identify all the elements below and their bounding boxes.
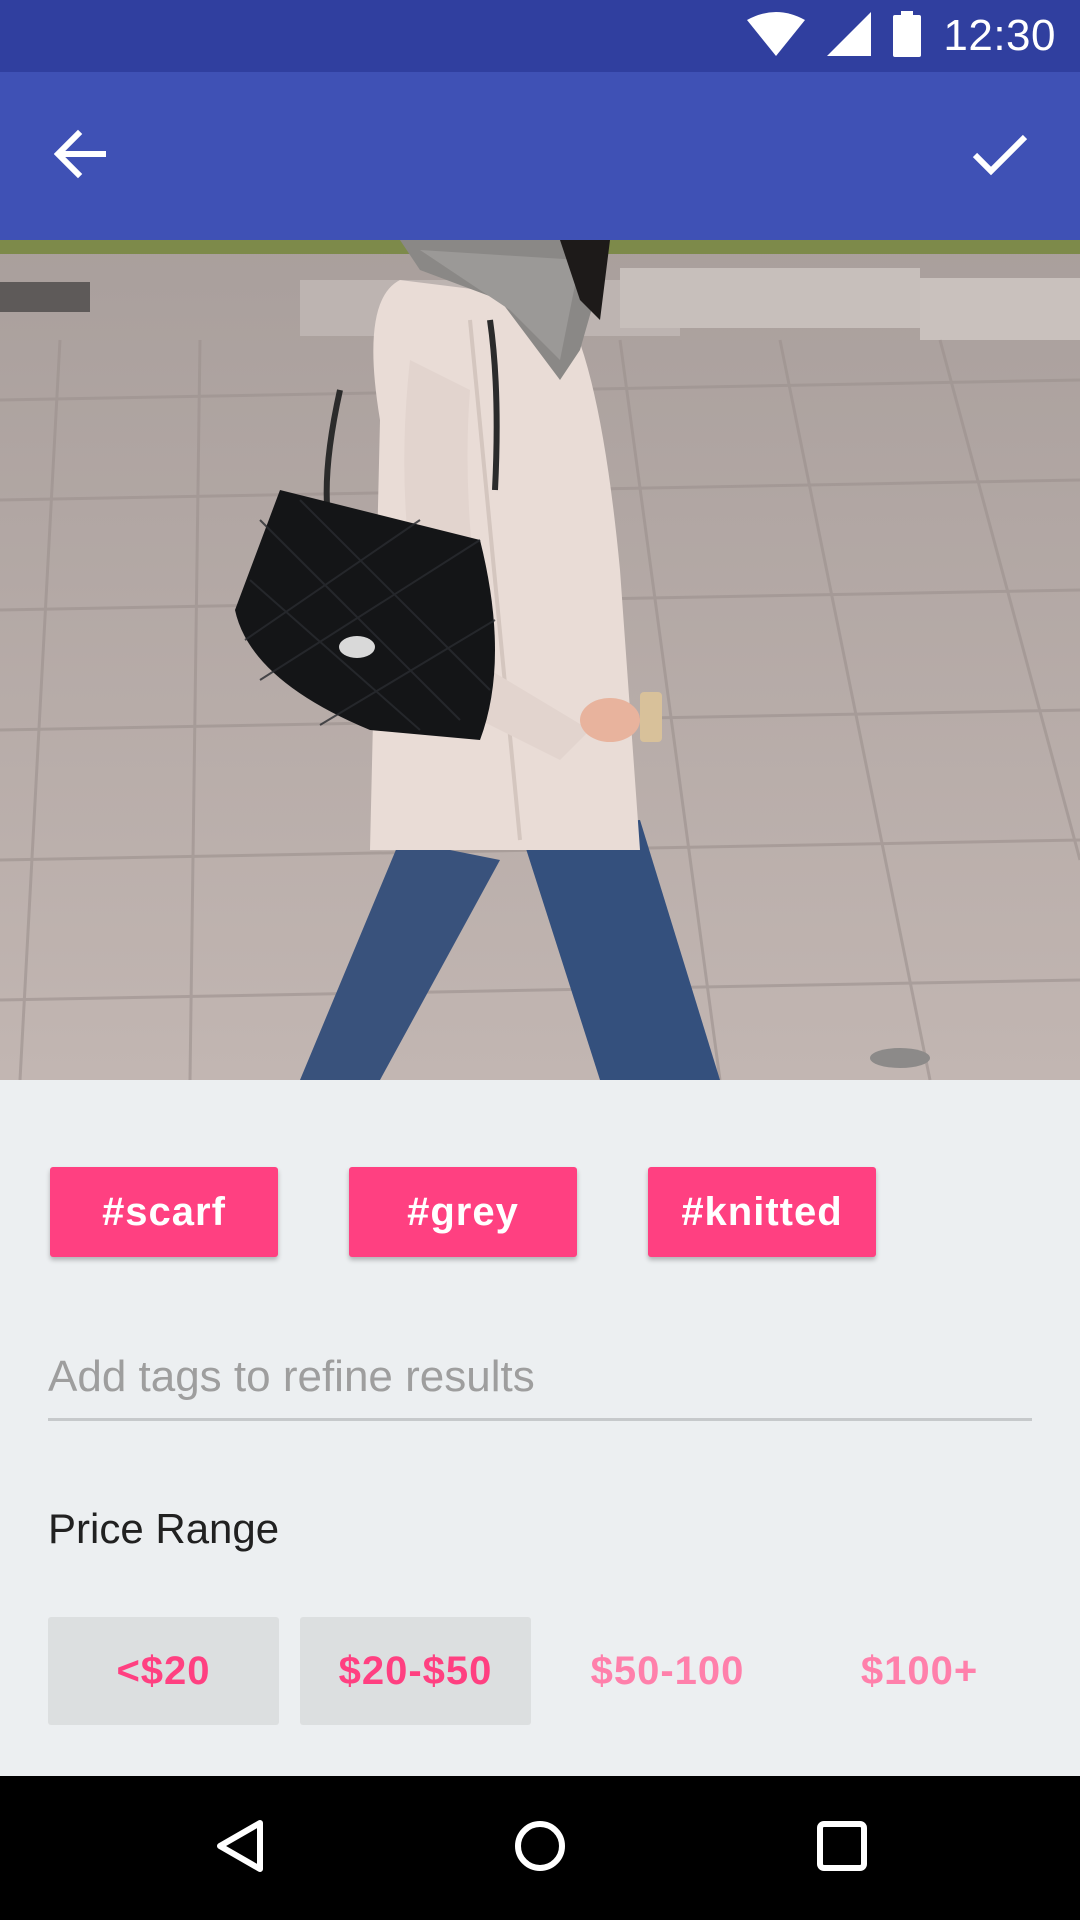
back-button[interactable]: [40, 116, 120, 196]
nav-home-button[interactable]: [500, 1808, 580, 1888]
price-option-under-20[interactable]: <$20: [48, 1617, 279, 1725]
tag-chips: #scarf #grey #knitted: [50, 1167, 876, 1257]
cell-signal-icon: [827, 11, 872, 61]
price-option-20-50[interactable]: $20-$50: [300, 1617, 531, 1725]
app-bar: [0, 72, 1080, 240]
product-photo: [0, 240, 1080, 1080]
back-triangle-icon: [215, 1819, 265, 1878]
recents-square-icon: [817, 1820, 867, 1876]
status-icons: 12:30: [747, 0, 1056, 72]
wifi-icon: [747, 11, 806, 61]
nav-recents-button[interactable]: [802, 1808, 882, 1888]
home-circle-icon: [514, 1820, 566, 1877]
price-option-100-plus[interactable]: $100+: [804, 1617, 1035, 1725]
add-tags-input[interactable]: [48, 1335, 1032, 1421]
status-bar: 12:30: [0, 0, 1080, 72]
system-nav-bar: [0, 1776, 1080, 1920]
arrow-back-icon: [53, 128, 107, 185]
nav-back-button[interactable]: [200, 1808, 280, 1888]
battery-icon: [893, 10, 922, 62]
tag-chip-scarf[interactable]: #scarf: [50, 1167, 278, 1257]
photo-illustration: [0, 240, 1080, 1080]
confirm-button[interactable]: [960, 116, 1040, 196]
check-icon: [972, 132, 1028, 181]
price-option-50-100[interactable]: $50-100: [552, 1617, 783, 1725]
price-range-title: Price Range: [48, 1505, 280, 1552]
price-range-options: <$20 $20-$50 $50-100 $100+: [48, 1617, 1035, 1725]
tag-chip-knitted[interactable]: #knitted: [648, 1167, 876, 1257]
tag-chip-grey[interactable]: #grey: [349, 1167, 577, 1257]
status-time: 12:30: [943, 11, 1056, 60]
